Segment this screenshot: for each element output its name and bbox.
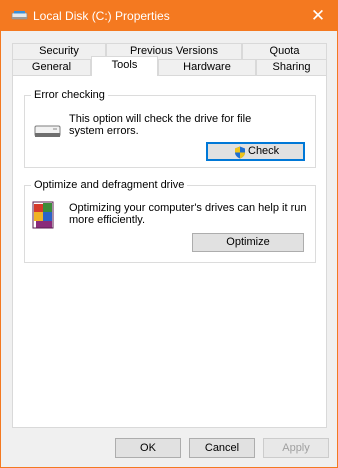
- tab-hardware[interactable]: Hardware: [158, 59, 256, 75]
- tab-quota[interactable]: Quota: [242, 43, 327, 59]
- optimize-description-line2: more efficiently.: [69, 214, 146, 226]
- tab-tools[interactable]: Tools: [91, 56, 158, 76]
- tools-panel: Error checking This option will check th…: [12, 75, 327, 428]
- tab-sharing[interactable]: Sharing: [256, 59, 327, 75]
- error-checking-heading: Error checking: [31, 89, 108, 102]
- optimize-description-line1: Optimizing your computer's drives can he…: [69, 202, 307, 214]
- cancel-button[interactable]: Cancel: [189, 438, 255, 458]
- optimize-heading: Optimize and defragment drive: [31, 179, 188, 192]
- error-checking-description-line1: This option will check the drive for fil…: [69, 113, 252, 125]
- properties-window: Local Disk (C:) Properties ✕ Security Pr…: [0, 0, 338, 468]
- title-bar[interactable]: Local Disk (C:) Properties ✕: [1, 1, 337, 31]
- error-checking-description-line2: system errors.: [69, 125, 139, 137]
- close-button[interactable]: ✕: [299, 1, 337, 31]
- uac-shield-icon: [235, 146, 245, 159]
- tab-general[interactable]: General: [12, 59, 91, 75]
- apply-button[interactable]: Apply: [263, 438, 329, 458]
- check-button-label: Check: [248, 145, 280, 157]
- hard-drive-icon: [34, 125, 61, 137]
- drive-icon: [11, 11, 28, 20]
- defrag-icon: [32, 201, 54, 229]
- check-button[interactable]: Check: [206, 142, 305, 161]
- window-title: Local Disk (C:) Properties: [33, 9, 170, 23]
- optimize-button[interactable]: Optimize: [192, 233, 304, 252]
- error-checking-group: Error checking This option will check th…: [24, 89, 316, 168]
- ok-button[interactable]: OK: [115, 438, 181, 458]
- optimize-group: Optimize and defragment drive Optimizing…: [24, 179, 316, 263]
